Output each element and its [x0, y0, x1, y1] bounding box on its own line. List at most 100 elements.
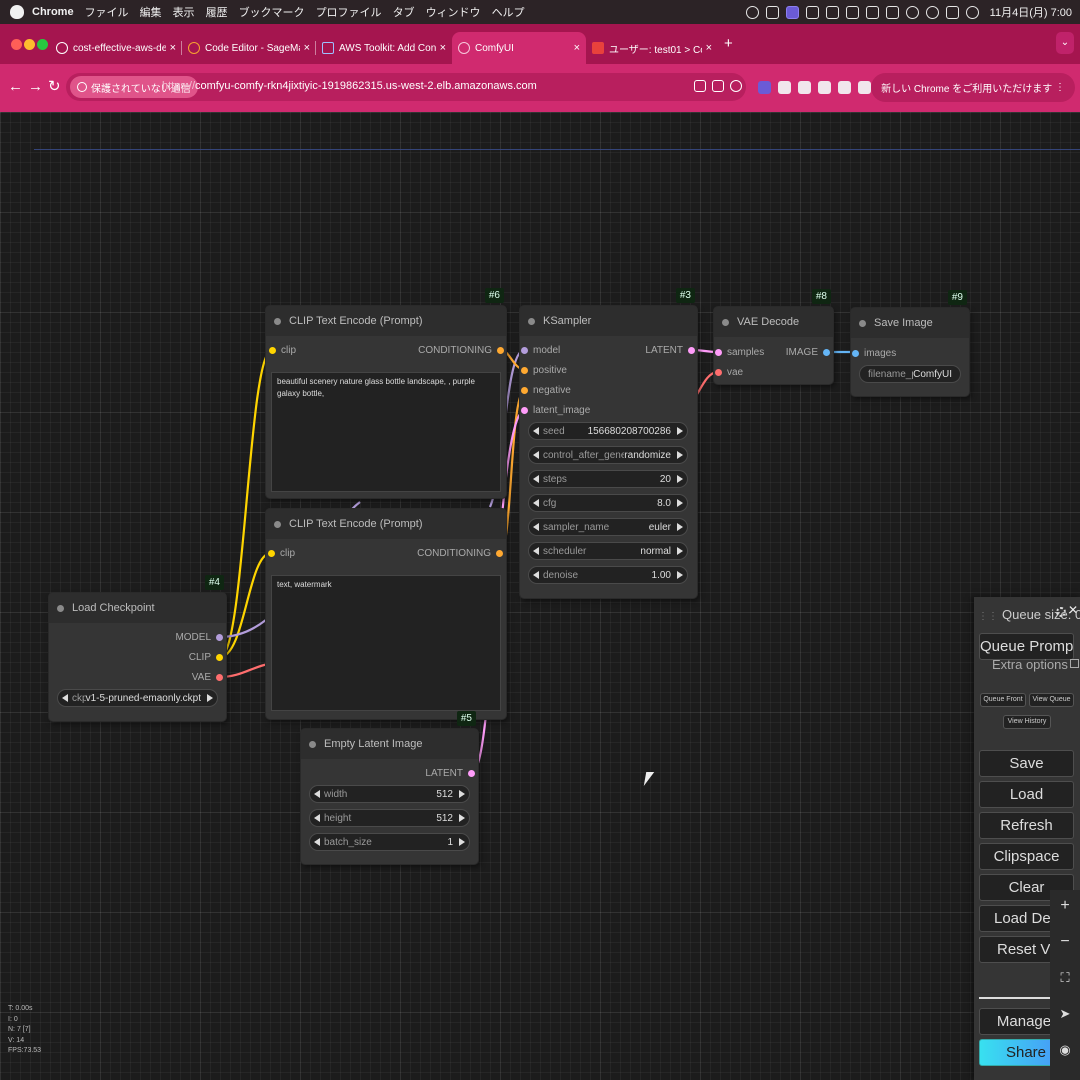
update-chrome-button[interactable]: 新しい Chrome をご利用いただけます ⋮ — [871, 73, 1075, 102]
input-slot-clip[interactable]: clip — [269, 343, 296, 357]
clipboard-icon[interactable] — [785, 5, 799, 19]
tab-comfyui[interactable]: ComfyUI × — [452, 32, 586, 64]
widget-sampler-name[interactable]: sampler_name euler — [528, 518, 688, 536]
increment-arrow-icon[interactable] — [677, 499, 683, 507]
save-button[interactable]: Save — [979, 750, 1074, 777]
extension-icon[interactable] — [758, 81, 771, 94]
menu-tab[interactable]: タブ — [393, 4, 415, 20]
node-ksampler[interactable]: #3 KSampler model positive negative late… — [520, 288, 697, 598]
widget-control-after-generate[interactable]: control_after_generaterandomize — [528, 446, 688, 464]
input-slot-samples[interactable]: samples — [715, 345, 764, 359]
address-bar[interactable]: 保護されていない通信 https://comfyu-comfy-rkn4jixt… — [66, 73, 746, 101]
decrement-arrow-icon[interactable] — [314, 814, 320, 822]
menu-bookmarks[interactable]: ブックマーク — [239, 4, 305, 20]
queue-prompt-button[interactable]: Queue Prompt — [979, 633, 1074, 660]
decrement-arrow-icon[interactable] — [314, 838, 320, 846]
view-history-button[interactable]: View History — [1003, 715, 1051, 729]
drive-icon[interactable] — [765, 5, 779, 19]
widget-height[interactable]: height 512 — [309, 809, 470, 827]
maximize-window-icon[interactable] — [37, 39, 48, 50]
tab-close-icon[interactable]: × — [440, 42, 446, 54]
close-window-icon[interactable] — [11, 39, 22, 50]
increment-arrow-icon[interactable] — [677, 451, 683, 459]
input-slot-vae[interactable]: vae — [715, 365, 743, 379]
link-visibility-icon[interactable]: ◉ — [1050, 1034, 1080, 1066]
display-icon[interactable] — [825, 5, 839, 19]
widget-filename-prefix[interactable]: filename_prefixComfyUI — [859, 365, 961, 383]
menu-window[interactable]: ウィンドウ — [426, 4, 481, 20]
apple-icon[interactable] — [10, 5, 24, 19]
node-header[interactable]: Load Checkpoint — [49, 593, 226, 623]
tab-close-icon[interactable]: × — [574, 42, 580, 54]
load-button[interactable]: Load — [979, 781, 1074, 808]
input-slot-model[interactable]: model — [521, 343, 560, 357]
increment-arrow-icon[interactable] — [207, 694, 213, 702]
collapse-dot-icon[interactable] — [57, 604, 64, 612]
back-icon[interactable]: ← — [8, 78, 23, 96]
increment-arrow-icon[interactable] — [677, 523, 683, 531]
password-key-icon[interactable] — [694, 80, 706, 92]
input-slot-latent-image[interactable]: latent_image — [521, 403, 590, 417]
decrement-arrow-icon[interactable] — [62, 694, 68, 702]
menu-app-name[interactable]: Chrome — [32, 6, 74, 18]
decrement-arrow-icon[interactable] — [533, 571, 539, 579]
widget-denoise[interactable]: denoise 1.00 — [528, 566, 688, 584]
view-queue-button[interactable]: View Queue — [1029, 693, 1074, 707]
increment-arrow-icon[interactable] — [677, 427, 683, 435]
node-header[interactable]: CLIP Text Encode (Prompt) — [266, 306, 506, 336]
menubar-clock[interactable]: 11月4日(月) 7:00 — [990, 4, 1072, 20]
clipspace-button[interactable]: Clipspace — [979, 843, 1074, 870]
output-slot-clip[interactable]: CLIP — [189, 650, 223, 664]
decrement-arrow-icon[interactable] — [533, 523, 539, 531]
tab-close-icon[interactable]: × — [706, 42, 712, 54]
node-vae-decode[interactable]: #8 VAE Decode samples vae IMAGE — [714, 289, 833, 384]
node-empty-latent-image[interactable]: #5 Empty Latent Image LATENT width 512 he… — [301, 711, 478, 864]
widget-batch-size[interactable]: batch_size 1 — [309, 833, 470, 851]
node-header[interactable]: CLIP Text Encode (Prompt) — [266, 509, 506, 539]
collapse-dot-icon[interactable] — [274, 520, 281, 528]
tab-close-icon[interactable]: × — [170, 42, 176, 54]
reload-icon[interactable]: ↻ — [48, 78, 61, 96]
extension-icon[interactable] — [798, 81, 811, 94]
zoom-in-icon[interactable]: + — [1050, 890, 1080, 922]
minimize-window-icon[interactable] — [24, 39, 35, 50]
menu-edit[interactable]: 編集 — [140, 4, 162, 20]
extension-icon[interactable] — [778, 81, 791, 94]
menu-history[interactable]: 履歴 — [206, 4, 228, 20]
checkbox-icon[interactable] — [1069, 659, 1079, 668]
increment-arrow-icon[interactable] — [677, 571, 683, 579]
input-slot-positive[interactable]: positive — [521, 363, 567, 377]
tab-code-editor[interactable]: Code Editor - SageMaker Stu × — [182, 32, 316, 64]
increment-arrow-icon[interactable] — [677, 547, 683, 555]
extension-icon[interactable] — [838, 81, 851, 94]
fit-view-icon[interactable]: ⛶ — [1050, 962, 1080, 994]
tab-close-icon[interactable]: × — [304, 42, 310, 54]
decrement-arrow-icon[interactable] — [533, 451, 539, 459]
output-slot-vae[interactable]: VAE — [192, 670, 223, 684]
output-slot-model[interactable]: MODEL — [175, 630, 223, 644]
spotlight-icon[interactable] — [925, 5, 939, 19]
tab-aws-toolkit[interactable]: AWS Toolkit: Add Connection × — [316, 32, 452, 64]
input-slot-negative[interactable]: negative — [521, 383, 571, 397]
decrement-arrow-icon[interactable] — [314, 790, 320, 798]
widget-ckpt-name[interactable]: ckpt_namev1-5-pruned-emaonly.ckpt — [57, 689, 218, 707]
prompt-textarea[interactable]: text, watermark — [271, 575, 501, 711]
node-header[interactable]: Save Image — [851, 308, 969, 338]
wifi-icon[interactable] — [905, 5, 919, 19]
notification-icon[interactable] — [805, 5, 819, 19]
new-tab-icon[interactable]: + — [724, 35, 733, 52]
locate-arrow-icon[interactable]: ➤ — [1050, 998, 1080, 1030]
collapse-dot-icon[interactable] — [859, 319, 866, 327]
increment-arrow-icon[interactable] — [459, 838, 465, 846]
output-slot-latent[interactable]: LATENT — [645, 343, 695, 357]
decrement-arrow-icon[interactable] — [533, 427, 539, 435]
node-clip-text-encode-negative[interactable]: CLIP Text Encode (Prompt) clip CONDITION… — [266, 509, 506, 719]
extensions-puzzle-icon[interactable] — [858, 81, 871, 94]
tab-aws-user[interactable]: ユーザー: test01 > ComfyUIus × — [586, 32, 718, 64]
decrement-arrow-icon[interactable] — [533, 499, 539, 507]
extension-icon[interactable] — [818, 81, 831, 94]
input-slot-clip[interactable]: clip — [268, 546, 295, 560]
close-icon[interactable]: ✕ — [1068, 603, 1078, 617]
decrement-arrow-icon[interactable] — [533, 547, 539, 555]
comfyui-graph-canvas[interactable]: #6 CLIP Text Encode (Prompt) clip CONDIT… — [0, 112, 1080, 1080]
